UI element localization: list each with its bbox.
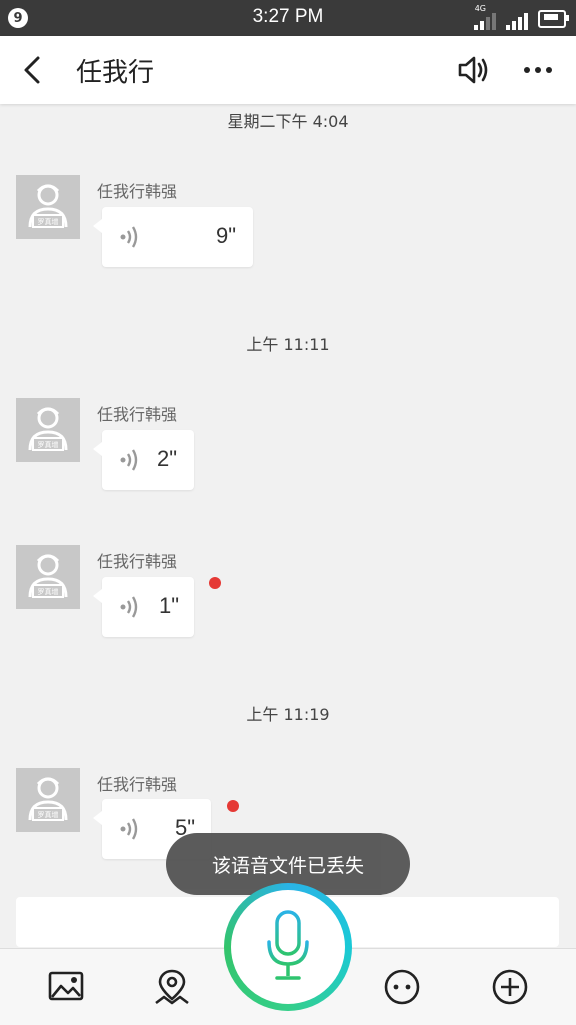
back-arrow-icon[interactable]	[18, 54, 48, 86]
avatar[interactable]: 罗真增	[16, 175, 80, 239]
battery-icon	[538, 10, 569, 28]
worker-avatar-icon: 罗真增	[28, 777, 68, 821]
image-icon[interactable]	[46, 967, 86, 1007]
avatar[interactable]: 罗真增	[16, 545, 80, 609]
voice-duration: 2"	[157, 446, 178, 471]
message-timestamp: 上午 11:19	[246, 705, 330, 724]
more-icon[interactable]	[522, 60, 554, 80]
chat-header: 任我行	[0, 36, 576, 104]
unread-dot	[227, 800, 239, 812]
message-timestamp: 上午 11:11	[246, 335, 330, 354]
signal-icon-1	[474, 12, 496, 30]
emoji-icon[interactable]	[382, 967, 422, 1007]
sender-name: 任我行韩强	[97, 405, 178, 424]
voice-message-bubble[interactable]: 1"	[93, 577, 194, 637]
voice-message-bubble[interactable]: 9"	[93, 207, 253, 267]
avatar[interactable]: 罗真增	[16, 398, 80, 462]
chat-title: 任我行	[76, 58, 155, 88]
add-icon[interactable]	[490, 967, 530, 1007]
sender-name: 任我行韩强	[97, 182, 178, 201]
voice-duration: 1"	[159, 593, 180, 618]
worker-avatar-icon: 罗真增	[28, 184, 68, 228]
status-icons	[474, 6, 569, 30]
voice-message-bubble[interactable]: 2"	[93, 430, 194, 490]
voice-wave-icon	[120, 449, 138, 471]
voice-wave-icon	[120, 226, 138, 248]
avatar[interactable]: 罗真增	[16, 768, 80, 832]
svg-text:罗真增: 罗真增	[38, 810, 59, 819]
voice-record-button[interactable]	[224, 883, 352, 1011]
speaker-icon[interactable]	[456, 54, 490, 86]
location-icon[interactable]	[152, 967, 192, 1007]
voice-duration: 9"	[216, 223, 237, 248]
svg-text:罗真增: 罗真增	[38, 217, 59, 226]
sender-name: 任我行韩强	[97, 552, 178, 571]
voice-wave-icon	[120, 596, 138, 618]
svg-text:罗真增: 罗真增	[38, 587, 59, 596]
signal-icon-2	[506, 12, 528, 30]
sender-name: 任我行韩强	[97, 775, 178, 794]
worker-avatar-icon: 罗真增	[28, 407, 68, 451]
unread-dot	[209, 577, 221, 589]
svg-text:罗真增: 罗真增	[38, 440, 59, 449]
microphone-icon	[267, 910, 309, 980]
message-timestamp: 星期二下午 4:04	[227, 112, 349, 131]
voice-wave-icon	[120, 818, 138, 840]
status-bar: 9 3:27 PM 4G	[0, 0, 576, 36]
worker-avatar-icon: 罗真增	[28, 554, 68, 598]
